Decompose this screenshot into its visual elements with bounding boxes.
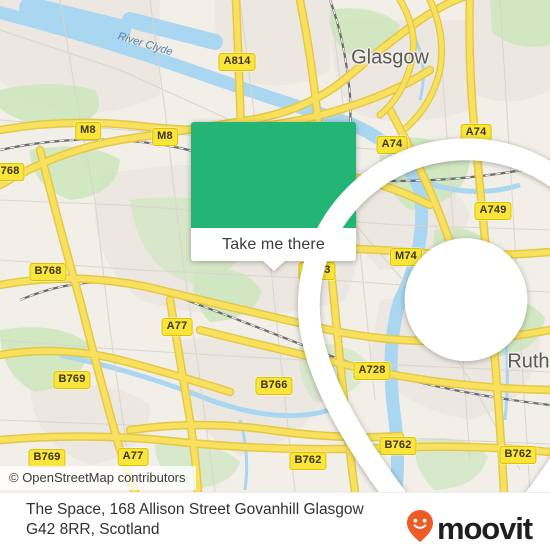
location-pin-icon-svg [297, 138, 550, 492]
map-screenshot: River Clyde Glasgow Ruthe A814 M8 M8 A74… [0, 0, 550, 550]
moovit-pin-icon [405, 509, 435, 548]
road-shield-b768[interactable]: B768 [0, 163, 25, 181]
road-shield-m8[interactable]: M8 [152, 128, 178, 146]
callout-tail [262, 261, 285, 271]
location-callout-card[interactable]: Take me there [191, 122, 550, 492]
moovit-pin-icon-svg [406, 510, 433, 542]
place-label-glasgow: Glasgow [351, 46, 429, 69]
take-me-there-label[interactable]: Take me there [222, 236, 325, 254]
road-shield-b768[interactable]: B768 [29, 263, 67, 281]
moovit-logo[interactable]: moovit [405, 509, 533, 548]
callout-cta-area[interactable]: Take me there [191, 228, 356, 271]
road-shield-a814[interactable]: A814 [218, 53, 256, 71]
road-shield-a77[interactable]: A77 [161, 318, 193, 336]
map-canvas[interactable]: River Clyde Glasgow Ruthe A814 M8 M8 A74… [0, 0, 550, 492]
osm-attribution[interactable]: © OpenStreetMap contributors [0, 466, 196, 490]
road-shield-a77[interactable]: A77 [117, 448, 149, 466]
footer-bar: The Space, 168 Allison Street Govanhill … [0, 492, 550, 550]
address-line-1: The Space, 168 Allison Street Govanhill … [26, 501, 364, 518]
address-block: The Space, 168 Allison Street Govanhill … [26, 500, 406, 540]
callout-icon-area [191, 122, 550, 492]
address-line-2: G42 8RR, Scotland [26, 521, 160, 538]
road-shield-m8[interactable]: M8 [75, 122, 101, 140]
road-shield-b769[interactable]: B769 [53, 371, 91, 389]
moovit-wordmark: moovit [436, 511, 533, 546]
road-shield-b769[interactable]: B769 [28, 449, 66, 467]
